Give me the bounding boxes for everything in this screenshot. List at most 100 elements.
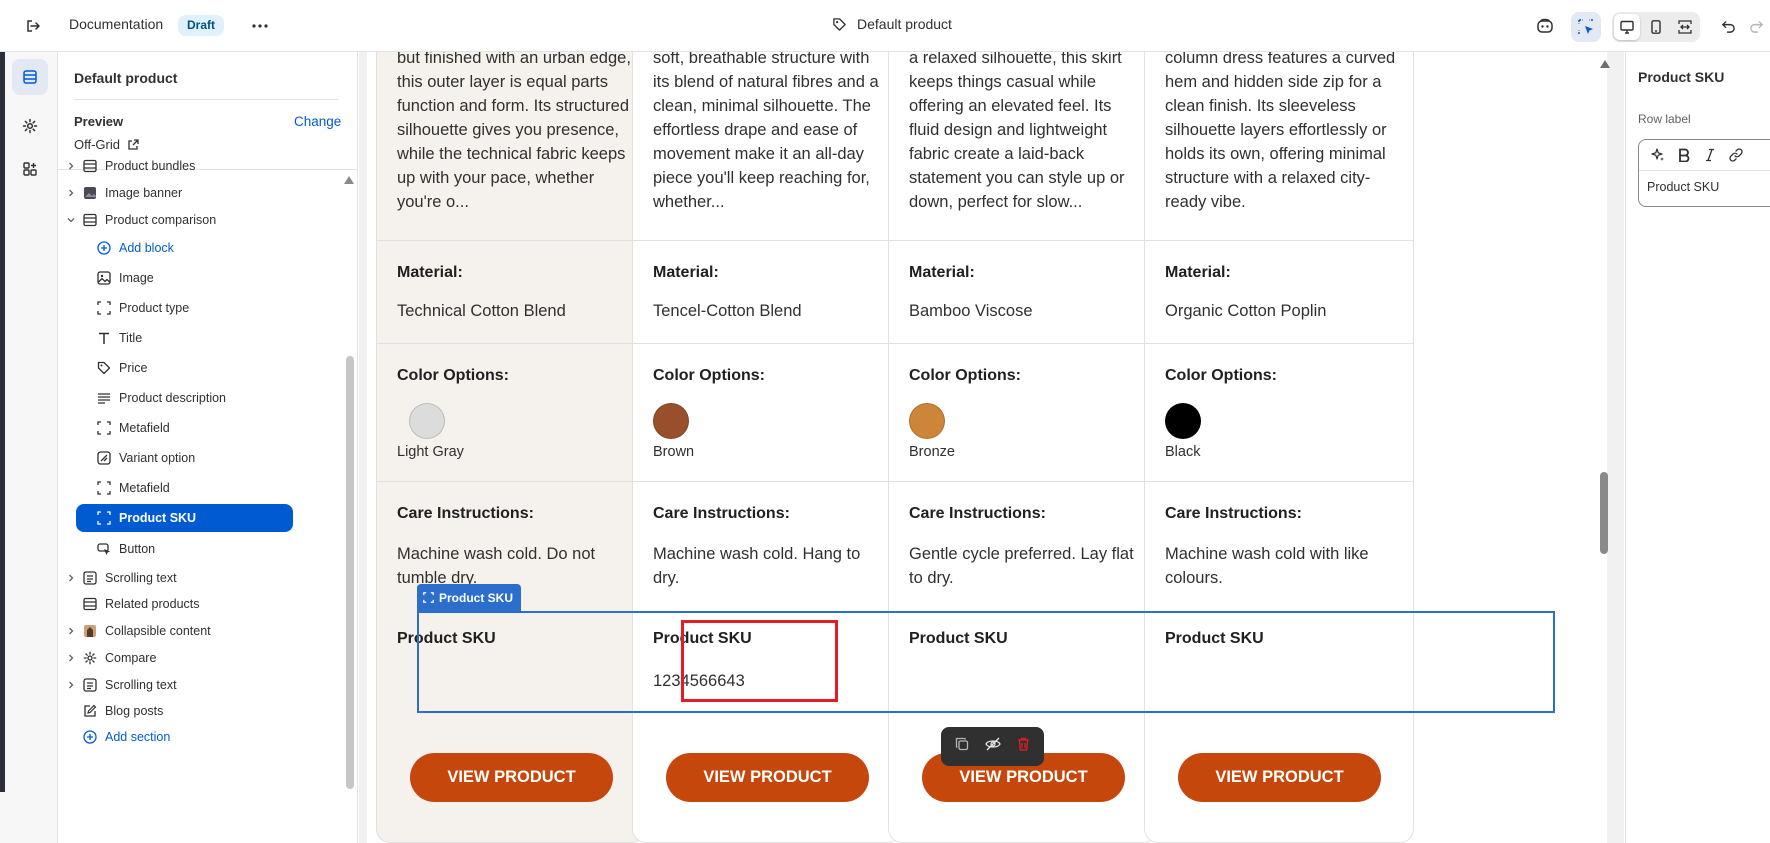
inspector-toggle-button[interactable]: [1571, 12, 1601, 42]
bold-button[interactable]: [1675, 146, 1693, 164]
canvas-scrollbar[interactable]: [1600, 472, 1608, 554]
scroll-up-arrow[interactable]: [344, 176, 354, 184]
exit-icon: [27, 20, 40, 32]
comparison-column: column dress features a curved hem and h…: [1144, 52, 1414, 843]
section-related-products[interactable]: Related products: [82, 590, 200, 618]
color-swatch[interactable]: [409, 403, 445, 439]
tree-item-label: Compare: [105, 651, 157, 665]
section-compare[interactable]: Compare: [65, 644, 156, 672]
view-product-button[interactable]: VIEW PRODUCT: [666, 753, 869, 802]
bold-icon: [1679, 148, 1690, 162]
redo-button[interactable]: [1744, 12, 1768, 40]
material-label: Material:: [909, 264, 975, 281]
tree-item-label: Collapsible content: [105, 624, 211, 638]
sidekick-button[interactable]: [1530, 12, 1560, 40]
sidebar-title: Default product: [74, 70, 178, 86]
color-swatch[interactable]: [909, 403, 945, 439]
section-blog-posts[interactable]: Blog posts: [82, 697, 163, 725]
selected-block-tag[interactable]: Product SKU: [417, 584, 522, 611]
more-actions-button[interactable]: [245, 12, 275, 40]
view-product-button[interactable]: VIEW PRODUCT: [410, 753, 613, 802]
chevron-right-icon[interactable]: [65, 162, 77, 170]
preview-product[interactable]: Off-Grid: [74, 137, 139, 152]
add-section-button[interactable]: Add section: [82, 723, 170, 751]
template-selector[interactable]: Default product: [832, 16, 952, 32]
trash-icon: [1018, 737, 1029, 751]
material-label: Material:: [1165, 264, 1231, 281]
dashed-box-icon: [96, 510, 112, 526]
fullscreen-view-button[interactable]: [1672, 14, 1698, 40]
sidebar-scrollbar[interactable]: [346, 356, 354, 789]
row-label-input-value[interactable]: Product SKU: [1647, 180, 1719, 194]
section-icon: [82, 212, 98, 228]
block-metafield[interactable]: Metafield: [96, 474, 170, 502]
variant-icon: [96, 450, 112, 466]
chevron-right-icon[interactable]: [65, 189, 77, 197]
ai-sparkle-button[interactable]: [1649, 146, 1667, 164]
block-product-description[interactable]: Product description: [96, 384, 226, 412]
mobile-view-button[interactable]: [1643, 14, 1669, 40]
block-title[interactable]: Title: [96, 324, 142, 352]
block-product-type[interactable]: Product type: [96, 294, 189, 322]
exit-editor-button[interactable]: [18, 12, 48, 40]
section-image-banner[interactable]: Image banner: [65, 179, 182, 207]
section-collapsible-content[interactable]: Collapsible content: [65, 617, 211, 645]
product-description: but finished with an urban edge, this ou…: [397, 52, 631, 211]
desktop-view-button[interactable]: [1614, 14, 1640, 40]
material-label: Material:: [653, 264, 719, 281]
theme-name[interactable]: Documentation: [69, 16, 163, 32]
view-product-button[interactable]: VIEW PRODUCT: [1178, 753, 1381, 802]
delete-block-button[interactable]: [1017, 737, 1030, 756]
section-product-bundles[interactable]: Product bundles: [65, 152, 195, 180]
color-swatch[interactable]: [1165, 403, 1201, 439]
selected-block-outline[interactable]: [417, 611, 1555, 713]
section-product-comparison[interactable]: Product comparison: [65, 206, 216, 234]
scroll-up-arrow[interactable]: [1600, 60, 1610, 68]
selected-block-name: Product SKU: [439, 590, 514, 605]
material-value: Bamboo Viscose: [909, 302, 1033, 320]
block-price[interactable]: Price: [96, 354, 147, 382]
change-preview-link[interactable]: Change: [294, 114, 341, 129]
row-label-editor[interactable]: Product SKU: [1638, 139, 1770, 207]
chevron-right-icon[interactable]: [65, 627, 77, 635]
chevron-right-icon[interactable]: [65, 654, 77, 662]
block-metafield[interactable]: Metafield: [96, 414, 170, 442]
hide-block-button[interactable]: [985, 737, 1001, 756]
tree-item-label: Scrolling text: [105, 678, 177, 692]
theme-settings-button[interactable]: [12, 108, 48, 144]
sections-tab-button[interactable]: [12, 59, 48, 95]
chevron-right-icon[interactable]: [65, 681, 77, 689]
material-value: Tencel-Cotton Blend: [653, 302, 802, 320]
block-product-sku[interactable]: Product SKU: [76, 504, 293, 532]
fullscreen-icon: [1678, 20, 1692, 34]
more-horizontal-icon: [252, 24, 268, 28]
text-block-icon: [82, 570, 98, 586]
row-divider: [1145, 481, 1413, 482]
section-scrolling-text[interactable]: Scrolling text: [65, 671, 177, 699]
undo-icon: [1721, 20, 1735, 33]
block-variant-option[interactable]: Variant option: [96, 444, 195, 472]
tree-item-label: Image banner: [105, 186, 183, 200]
row-divider: [633, 481, 901, 482]
comparison-column: soft, breathable structure with its blen…: [632, 52, 902, 843]
add-block-button[interactable]: Add block: [96, 234, 174, 262]
color-swatch[interactable]: [653, 403, 689, 439]
apps-button[interactable]: [12, 151, 48, 187]
mobile-icon: [1651, 20, 1661, 34]
window-edge: [0, 52, 5, 792]
chevron-right-icon[interactable]: [65, 574, 77, 582]
editor-toolbar: [1639, 140, 1770, 171]
link-button[interactable]: [1727, 146, 1745, 164]
color-name: Brown: [653, 444, 695, 460]
duplicate-button[interactable]: [955, 737, 969, 756]
section-scrolling-text[interactable]: Scrolling text: [65, 564, 177, 592]
tree-item-label: Title: [119, 331, 143, 345]
block-image[interactable]: Image: [96, 264, 154, 292]
italic-button[interactable]: [1701, 146, 1719, 164]
color-options-label: Color Options:: [909, 367, 1021, 384]
row-divider: [889, 240, 1157, 241]
chevron-down-icon[interactable]: [65, 216, 77, 224]
undo-button[interactable]: [1714, 12, 1742, 40]
block-button[interactable]: Button: [96, 535, 155, 563]
link-icon: [1729, 148, 1743, 162]
